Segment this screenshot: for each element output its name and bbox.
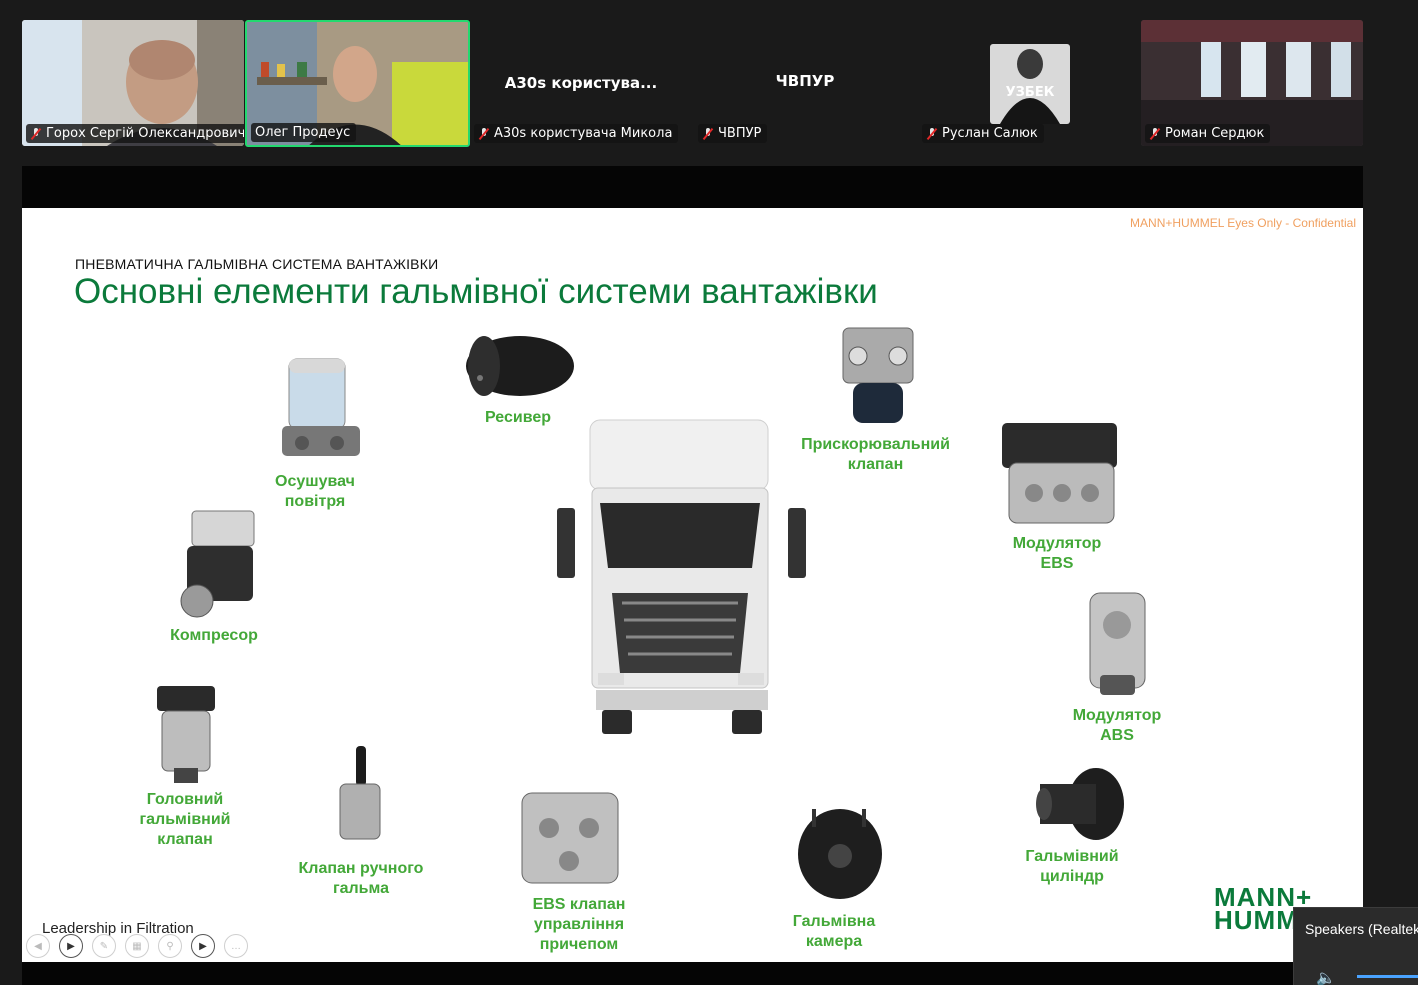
label-relay-valve: Прискорювальний клапан — [801, 436, 950, 473]
slideshow-controls: ◀ ▶ ✎ ▦ ⚲ ▶ … — [26, 934, 248, 958]
receiver-image — [466, 336, 574, 396]
participant-name-tag: Роман Сердюк — [1145, 124, 1271, 143]
audio-device-label: Speakers (Realtek — [1305, 921, 1418, 937]
compressor-image — [180, 510, 255, 618]
air-dryer-image — [282, 358, 360, 456]
participant-name: Руслан Салюк — [942, 126, 1038, 141]
speaker-volume-icon[interactable]: 🔈 — [1316, 968, 1336, 985]
participant-name-tag: ЧВПУР — [698, 124, 768, 143]
more-options-button[interactable]: … — [224, 934, 248, 958]
participant-name-tag: Руслан Салюк — [922, 124, 1044, 143]
brake-chamber-image — [798, 809, 882, 899]
participant-name-tag: Олег Продеус — [251, 123, 357, 142]
zoom-slide-button[interactable]: ⚲ — [158, 934, 182, 958]
label-brake-cylinder: Гальмівний циліндр — [1025, 848, 1119, 885]
slide-subtitle: ПНЕВМАТИЧНА ГАЛЬМІВНА СИСТЕМА ВАНТАЖІВКИ — [75, 256, 439, 272]
mic-muted-icon — [478, 127, 490, 140]
share-letterbox-top — [22, 166, 1363, 208]
shared-slide: MANN+HUMMEL Eyes Only - Confidential ПНЕ… — [22, 208, 1363, 962]
label-ebs-trailer-valve: EBS клапан управління причепом — [532, 896, 626, 953]
audio-volume-popup[interactable]: Speakers (Realtek 🔈 — [1293, 907, 1418, 985]
label-compressor: Компресор — [170, 627, 258, 644]
participant-tile-prodeus[interactable]: Олег Продеус — [245, 20, 470, 147]
participant-display-name: ЧВПУР — [775, 72, 835, 90]
previous-slide-button[interactable]: ◀ — [26, 934, 50, 958]
participant-name-tag: Горох Сергій Олександрович — [26, 124, 244, 143]
main-brake-valve-image — [157, 686, 215, 783]
participant-name: ЧВПУР — [718, 126, 762, 141]
participant-tile-chvpur[interactable]: ЧВПУР ЧВПУР — [694, 20, 916, 146]
hand-brake-valve-image — [339, 746, 381, 840]
ebs-modulator-image — [1002, 423, 1117, 524]
label-ebs-modulator: Модулятор EBS — [1012, 535, 1102, 572]
truck-image — [557, 419, 806, 734]
label-abs-modulator: Модулятор ABS — [1072, 707, 1162, 744]
label-receiver: Ресивер — [485, 409, 551, 426]
participant-name-tag: A30s користувача Микола — [474, 124, 679, 143]
camera-toggle-button[interactable]: ▶ — [191, 934, 215, 958]
participant-tile-a30s[interactable]: A30s користува... A30s користувача Микол… — [470, 20, 692, 146]
zoom-meeting-window: Горох Сергій Олександрович Олег Продеус … — [0, 0, 1418, 985]
participant-name: Горох Сергій Олександрович — [46, 126, 244, 141]
participant-name: A30s користувача Микола — [494, 126, 673, 141]
avatar-shirt-text: УЗБЕК — [1006, 85, 1055, 100]
next-slide-button[interactable]: ▶ — [59, 934, 83, 958]
mic-muted-icon — [1149, 127, 1161, 140]
mic-muted-icon — [926, 127, 938, 140]
label-hand-brake-valve: Клапан ручного гальма — [298, 860, 424, 897]
participant-tile-saliuk[interactable]: УЗБЕК Руслан Салюк — [918, 20, 1140, 146]
slide-title: Основні елементи гальмівної системи вант… — [74, 272, 878, 311]
mic-muted-icon — [702, 127, 714, 140]
label-main-brake-valve: Головний гальмівний клапан — [139, 791, 231, 848]
see-all-slides-button[interactable]: ▦ — [125, 934, 149, 958]
participant-tile-serdiuk[interactable]: Роман Сердюк — [1141, 20, 1363, 146]
brake-cylinder-image — [1036, 768, 1124, 840]
participant-name: Олег Продеус — [255, 125, 351, 140]
volume-slider[interactable] — [1357, 975, 1418, 978]
share-letterbox-bottom — [22, 962, 1363, 985]
avatar: УЗБЕК — [990, 44, 1070, 124]
participant-tile-horokh[interactable]: Горох Сергій Олександрович — [22, 20, 244, 146]
relay-valve-image — [842, 327, 914, 423]
label-brake-chamber: Гальмівна камера — [792, 913, 876, 950]
label-air-dryer: Осушувач повітря — [275, 473, 355, 510]
abs-modulator-image — [1089, 592, 1146, 695]
ebs-trailer-valve-image — [521, 792, 619, 884]
participant-name: Роман Сердюк — [1165, 126, 1265, 141]
pen-tool-button[interactable]: ✎ — [92, 934, 116, 958]
confidential-notice: MANN+HUMMEL Eyes Only - Confidential — [1130, 216, 1356, 230]
mic-muted-icon — [30, 127, 42, 140]
participant-display-name: A30s користува... — [504, 74, 658, 92]
